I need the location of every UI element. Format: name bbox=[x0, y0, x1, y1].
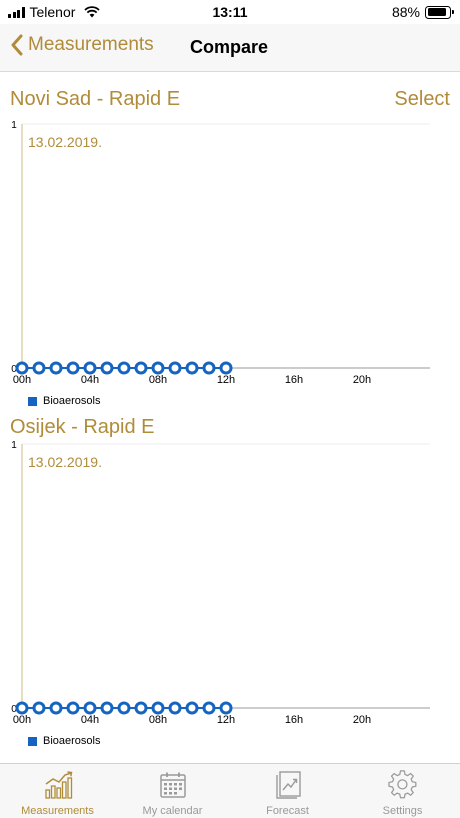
x-tick-label: 16h bbox=[285, 374, 303, 386]
data-point bbox=[66, 361, 80, 375]
battery-percent: 88% bbox=[391, 4, 420, 20]
x-tick-label: 20h bbox=[353, 374, 371, 386]
tab-measurements[interactable]: Measurements bbox=[0, 764, 115, 818]
data-point bbox=[83, 701, 97, 715]
data-point bbox=[185, 361, 199, 375]
chart-svg: 1000h 04h 08h 12h 16h 20h13.02.2019. bbox=[11, 440, 430, 726]
legend-label: Bioaerosols bbox=[43, 735, 101, 747]
tab-forecast[interactable]: Forecast bbox=[230, 764, 345, 818]
legend-swatch bbox=[28, 736, 37, 746]
chart-date-annotation: 13.02.2019. bbox=[28, 134, 102, 150]
data-point bbox=[117, 361, 131, 375]
chart-legend-2: Bioaerosols bbox=[28, 735, 100, 747]
calendar-icon bbox=[159, 772, 186, 798]
station-header-1: Novi Sad - Rapid E Select bbox=[0, 88, 460, 118]
forecast-icon bbox=[275, 771, 301, 799]
data-point bbox=[32, 361, 46, 375]
data-point bbox=[117, 701, 131, 715]
status-bar: Telenor 13:11 88% bbox=[0, 0, 460, 24]
chart-legend-1: Bioaerosols bbox=[28, 395, 100, 407]
chart-svg: 1000h 04h 08h 12h 16h 20h13.02.2019. bbox=[11, 120, 430, 386]
tab-settings[interactable]: Settings bbox=[345, 764, 460, 818]
back-button-label: Measurements bbox=[28, 34, 154, 55]
battery-icon bbox=[425, 5, 454, 19]
chart-1: 1 0 00h 04h 08h 12h 16h 20h 13.02.2019. bbox=[0, 118, 460, 390]
data-point bbox=[134, 361, 148, 375]
tab-label: My calendar bbox=[142, 805, 203, 817]
gear-icon bbox=[387, 770, 416, 799]
data-point bbox=[134, 701, 148, 715]
station-title: Novi Sad - Rapid E bbox=[10, 88, 181, 110]
data-point bbox=[15, 701, 29, 715]
page-title: Compare bbox=[190, 37, 269, 57]
x-tick-label: 08h bbox=[149, 374, 167, 386]
data-point bbox=[185, 701, 199, 715]
select-button[interactable]: Select bbox=[394, 88, 450, 111]
data-point bbox=[32, 701, 46, 715]
y-tick-label: 1 bbox=[11, 120, 17, 131]
tab-label: Measurements bbox=[21, 805, 94, 817]
chart-date-annotation: 13.02.2019. bbox=[28, 454, 102, 470]
data-point bbox=[219, 361, 233, 375]
legend-label: Bioaerosols bbox=[43, 395, 101, 407]
data-point bbox=[66, 701, 80, 715]
data-point bbox=[15, 361, 29, 375]
data-point bbox=[49, 701, 63, 715]
x-tick-label: 20h bbox=[353, 714, 371, 726]
y-tick-label: 1 bbox=[11, 440, 17, 451]
legend-swatch bbox=[28, 396, 37, 406]
bar-chart-icon bbox=[44, 771, 72, 799]
data-point bbox=[83, 361, 97, 375]
tab-bar: Measurements My calendar Forecast Settin… bbox=[0, 763, 460, 818]
data-point bbox=[49, 361, 63, 375]
data-point bbox=[151, 701, 165, 715]
navigation-bar: Measurements Compare bbox=[0, 24, 460, 72]
station-title: Osijek - Rapid E bbox=[10, 416, 155, 438]
tab-label: Settings bbox=[382, 805, 423, 817]
x-tick-label: 12h bbox=[217, 374, 235, 386]
chart-2: 1 0 00h 04h 08h 12h 16h 20h 13.02.2019. bbox=[0, 438, 460, 730]
data-point bbox=[151, 361, 165, 375]
data-point bbox=[168, 701, 182, 715]
x-tick-label: 08h bbox=[149, 714, 167, 726]
x-tick-label: 00h bbox=[13, 374, 31, 386]
x-tick-label: 04h bbox=[81, 714, 99, 726]
back-button[interactable]: Measurements bbox=[10, 34, 154, 56]
data-point bbox=[202, 701, 216, 715]
data-point bbox=[168, 361, 182, 375]
status-right: 88% bbox=[391, 4, 454, 20]
x-tick-label: 16h bbox=[285, 714, 303, 726]
tab-my-calendar[interactable]: My calendar bbox=[115, 764, 230, 818]
chevron-left-icon bbox=[11, 34, 23, 56]
tab-label: Forecast bbox=[266, 805, 309, 817]
x-tick-label: 12h bbox=[217, 714, 235, 726]
data-point bbox=[202, 361, 216, 375]
data-point bbox=[219, 701, 233, 715]
battery-fill bbox=[427, 8, 446, 16]
data-point bbox=[100, 701, 114, 715]
x-tick-label: 04h bbox=[81, 374, 99, 386]
x-tick-label: 00h bbox=[13, 714, 31, 726]
data-point bbox=[100, 361, 114, 375]
